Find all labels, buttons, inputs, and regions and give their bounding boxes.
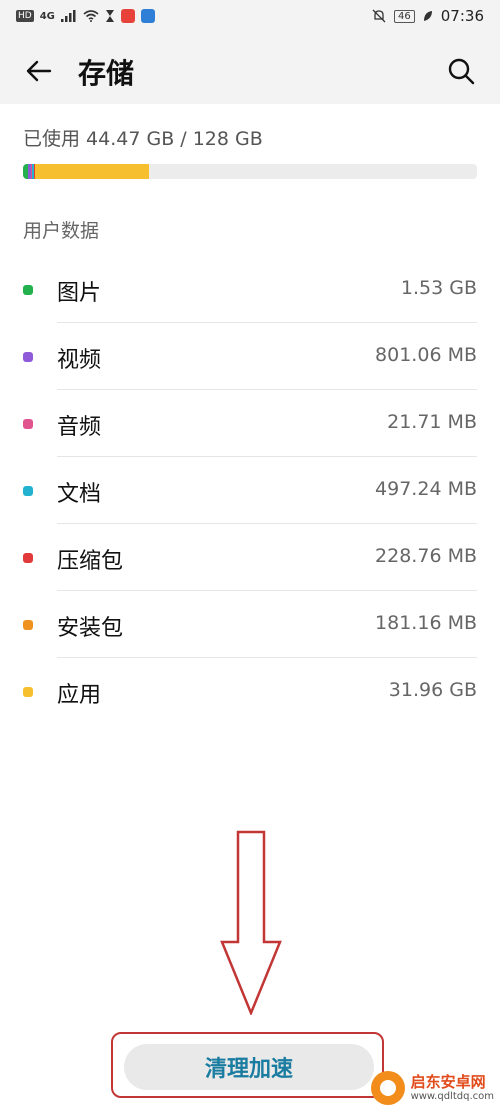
hd-indicator: HD [16, 10, 34, 22]
top-area: HD 4G 46 07:36 存储 [0, 0, 500, 104]
category-color-dot [23, 285, 33, 295]
signal-icon [60, 10, 76, 22]
weibo-icon [120, 9, 135, 23]
storage-bar-segment [35, 164, 149, 179]
category-size: 21.71 MB [387, 411, 477, 433]
network-type: 4G [39, 10, 55, 22]
category-size: 31.96 GB [388, 679, 477, 701]
storage-category-row[interactable]: 应用 31.96 GB [0, 658, 500, 725]
back-arrow-icon[interactable] [24, 56, 54, 86]
status-right: 46 07:36 [372, 7, 484, 25]
category-label: 视频 [57, 348, 102, 373]
status-left: HD 4G [16, 9, 155, 23]
category-label: 应用 [57, 683, 102, 708]
status-bar: HD 4G 46 07:36 [0, 0, 500, 36]
category-label: 音频 [57, 415, 102, 440]
category-color-dot [23, 486, 33, 496]
category-size: 1.53 GB [400, 277, 477, 299]
page-title: 存储 [78, 57, 135, 90]
mute-bell-icon [372, 9, 386, 23]
battery-indicator: 46 [394, 9, 415, 23]
storage-category-list: 图片 1.53 GB 视频 801.06 MB 音频 21.71 MB 文档 497.24 M… [0, 256, 500, 725]
watermark-title: 启东安卓网 [410, 1073, 486, 1092]
category-size: 181.16 MB [375, 612, 477, 634]
watermark: 启东安卓网 www.qdltdq.com [370, 1071, 494, 1105]
down-arrow-annotation [220, 830, 282, 1015]
category-label: 图片 [57, 281, 102, 306]
clock: 07:36 [440, 7, 484, 25]
search-icon[interactable] [446, 56, 476, 86]
category-size: 801.06 MB [375, 344, 477, 366]
category-label: 安装包 [57, 616, 124, 641]
category-size: 228.76 MB [375, 545, 477, 567]
storage-category-row[interactable]: 压缩包 228.76 MB [0, 524, 500, 591]
category-color-dot [23, 352, 33, 362]
category-label: 压缩包 [57, 549, 124, 574]
storage-category-row[interactable]: 文档 497.24 MB [0, 457, 500, 524]
category-color-dot [23, 553, 33, 563]
storage-usage-bar [23, 164, 477, 179]
storage-used-text: 已使用 44.47 GB / 128 GB [23, 128, 263, 150]
category-color-dot [23, 620, 33, 630]
storage-category-row[interactable]: 音频 21.71 MB [0, 390, 500, 457]
leaf-icon [423, 11, 432, 21]
storage-category-row[interactable]: 安装包 181.16 MB [0, 591, 500, 658]
app-notification-icon [140, 9, 155, 23]
watermark-text: 启东安卓网 www.qdltdq.com [411, 1074, 494, 1102]
section-title: 用户数据 [23, 220, 100, 242]
category-label: 文档 [57, 482, 102, 507]
wifi-icon [83, 10, 99, 22]
watermark-url: www.qdltdq.com [410, 1090, 494, 1102]
category-color-dot [23, 687, 33, 697]
category-color-dot [23, 419, 33, 429]
app-header: 存储 [0, 40, 500, 104]
watermark-logo-icon [370, 1071, 405, 1105]
category-size: 497.24 MB [375, 478, 477, 500]
clean-speedup-button[interactable]: 清理加速 [124, 1044, 374, 1090]
storage-category-row[interactable]: 视频 801.06 MB [0, 323, 500, 390]
storage-category-row[interactable]: 图片 1.53 GB [0, 256, 500, 323]
hourglass-icon [105, 10, 114, 22]
